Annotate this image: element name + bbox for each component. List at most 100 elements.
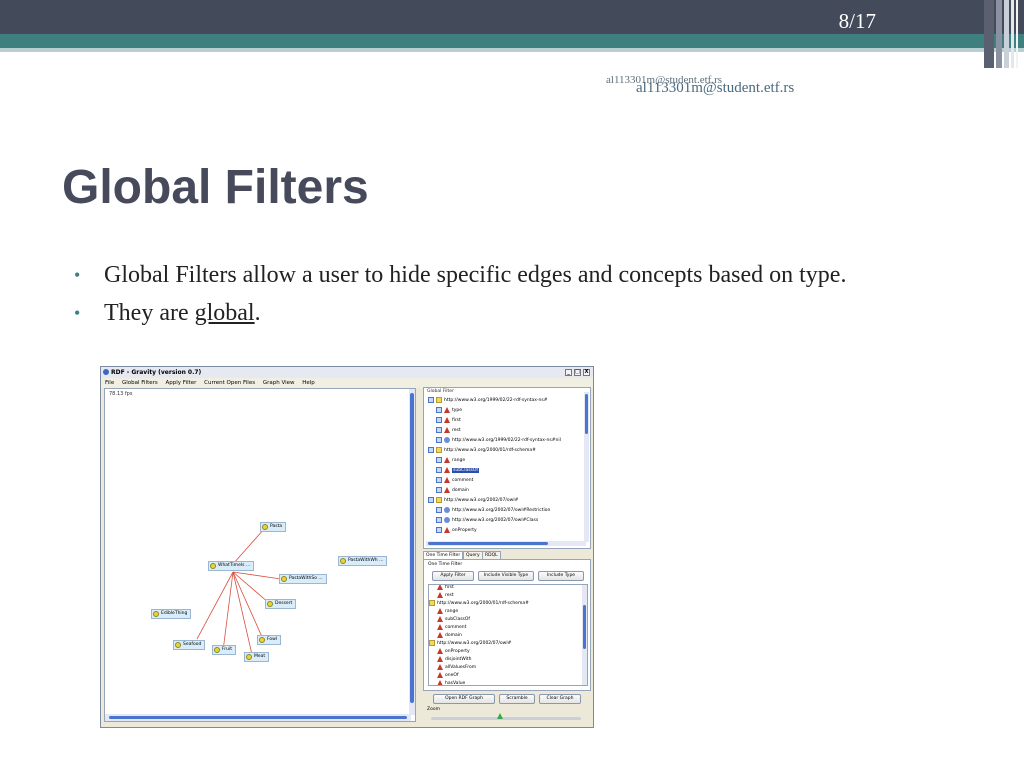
minimize-button[interactable]: _	[565, 369, 572, 376]
graph-node[interactable]: Fowl	[257, 635, 282, 645]
tree-row[interactable]: range	[436, 456, 465, 465]
menu-current-open-files[interactable]: Current Open Files	[204, 380, 255, 386]
checkbox-icon[interactable]	[428, 396, 434, 403]
scroll-thumb[interactable]	[410, 393, 414, 703]
apply-filter-button[interactable]: Apply Filter	[432, 571, 474, 581]
scroll-thumb[interactable]	[109, 716, 407, 719]
property-icon	[437, 655, 443, 662]
graph-node[interactable]: Dessert	[265, 599, 297, 609]
filter-vertical-scrollbar[interactable]	[584, 392, 589, 542]
global-filter-label: Global Filter	[427, 389, 454, 394]
checkbox-icon[interactable]	[436, 466, 442, 473]
folder-icon	[429, 599, 435, 606]
scroll-thumb[interactable]	[428, 542, 548, 545]
app-titlebar: RDF - Gravity (version 0.7) _ □ X	[101, 367, 593, 378]
tree-row[interactable]: http://www.w3.org/1999/02/22-rdf-syntax-…	[428, 396, 548, 405]
tree-row[interactable]: rest	[436, 426, 461, 435]
bullet-dot-icon: •	[74, 265, 81, 285]
resource-icon	[444, 506, 450, 513]
tree-row[interactable]: http://www.w3.org/2002/07/owl#	[428, 496, 518, 505]
graph-node[interactable]: WhatTimeIs ...	[208, 561, 255, 571]
tree-row[interactable]: comment	[436, 476, 473, 485]
tree-row[interactable]: type	[436, 406, 462, 415]
checkbox-icon[interactable]	[436, 406, 442, 413]
scroll-thumb[interactable]	[583, 605, 586, 649]
tree-row[interactable]: first	[436, 416, 461, 425]
menu-global-filters[interactable]: Global Filters	[122, 380, 158, 386]
otf-vertical-scrollbar[interactable]	[582, 585, 587, 685]
filter-horizontal-scrollbar[interactable]	[426, 541, 586, 546]
canvas-horizontal-scrollbar[interactable]	[105, 714, 411, 721]
menu-help[interactable]: Help	[302, 380, 315, 386]
property-icon	[437, 585, 443, 590]
checkbox-icon[interactable]	[436, 436, 442, 443]
folder-icon	[436, 446, 442, 453]
one-time-filter-panel: One Time Filter Apply Filter Include Vis…	[423, 559, 591, 691]
bullet-period: .	[254, 300, 261, 326]
edge	[232, 571, 264, 640]
menu-file[interactable]: File	[105, 380, 114, 386]
scramble-button[interactable]: Scramble	[499, 694, 535, 704]
graph-node[interactable]: PastaWithWh ...	[338, 556, 388, 566]
edge	[196, 571, 234, 640]
graph-node[interactable]: EdibleThing	[151, 609, 192, 619]
class-icon	[281, 576, 287, 582]
tree-row[interactable]: http://www.w3.org/1999/02/22-rdf-syntax-…	[436, 436, 561, 445]
graph-node[interactable]: Fruit	[212, 645, 236, 655]
checkbox-icon[interactable]	[428, 496, 434, 503]
graph-node[interactable]: Pasta	[260, 522, 287, 532]
property-icon	[437, 615, 443, 622]
tree-row[interactable]: http://www.w3.org/2002/07/owl#Class	[436, 516, 538, 525]
tree-row[interactable]: http://www.w3.org/2000/01/rdf-schema#	[428, 446, 536, 455]
header-thin-band	[0, 48, 1024, 52]
tree-row[interactable]: http://www.w3.org/2002/07/owl#Restrictio…	[436, 506, 550, 515]
graph-node[interactable]: Meat	[244, 652, 270, 662]
one-time-filter-tree[interactable]: first rest http://www.w3.org/2000/01/rdf…	[428, 584, 588, 686]
bullet-item: • They are global.	[72, 296, 972, 330]
checkbox-icon[interactable]	[436, 486, 442, 493]
include-visible-type-button[interactable]: Include Visible Type	[478, 571, 534, 581]
property-icon	[437, 679, 443, 685]
maximize-button[interactable]: □	[574, 369, 581, 376]
checkbox-icon[interactable]	[436, 516, 442, 523]
checkbox-icon[interactable]	[436, 426, 442, 433]
zoom-slider-thumb[interactable]	[497, 713, 503, 719]
property-icon	[444, 416, 450, 423]
checkbox-icon[interactable]	[436, 416, 442, 423]
property-icon	[444, 526, 450, 533]
zoom-label: Zoom	[427, 707, 440, 712]
header-accent-band	[0, 34, 1024, 48]
resource-icon	[444, 436, 450, 443]
one-time-filter-label: One Time Filter	[428, 562, 463, 567]
scroll-thumb[interactable]	[585, 394, 588, 434]
graph-canvas[interactable]: 78.13 fps Pasta WhatTimeIs ... PastaWith…	[104, 388, 416, 722]
tree-row-selected[interactable]: subClassOf	[436, 466, 480, 475]
include-type-button[interactable]: Include Type	[538, 571, 584, 581]
tree-row[interactable]: onProperty	[436, 526, 477, 535]
property-icon	[444, 476, 450, 483]
graph-node[interactable]: Seafood	[173, 640, 206, 650]
canvas-vertical-scrollbar[interactable]	[409, 389, 415, 715]
zoom-slider[interactable]	[431, 717, 581, 720]
property-icon	[437, 671, 443, 678]
tree-row[interactable]: hasValue	[437, 679, 465, 685]
open-rdf-graph-button[interactable]: Open RDF Graph	[433, 694, 495, 704]
menu-graph-view[interactable]: Graph View	[263, 380, 295, 386]
checkbox-icon[interactable]	[436, 526, 442, 533]
tree-row[interactable]: domain	[436, 486, 469, 495]
close-button[interactable]: X	[583, 369, 590, 376]
checkbox-icon[interactable]	[428, 446, 434, 453]
property-icon	[444, 486, 450, 493]
property-icon	[444, 406, 450, 413]
checkbox-icon[interactable]	[436, 476, 442, 483]
checkbox-icon[interactable]	[436, 456, 442, 463]
clear-graph-button[interactable]: Clear Graph	[539, 694, 581, 704]
class-icon	[175, 642, 181, 648]
bullet-list: • Global Filters allow a user to hide sp…	[72, 258, 972, 334]
bullet-dot-icon: •	[74, 303, 81, 323]
bullet-text: They are	[104, 300, 195, 326]
graph-node[interactable]: PastaWithSo ...	[279, 574, 327, 584]
checkbox-icon[interactable]	[436, 506, 442, 513]
menu-apply-filter[interactable]: Apply Filter	[166, 380, 197, 386]
property-icon	[444, 426, 450, 433]
